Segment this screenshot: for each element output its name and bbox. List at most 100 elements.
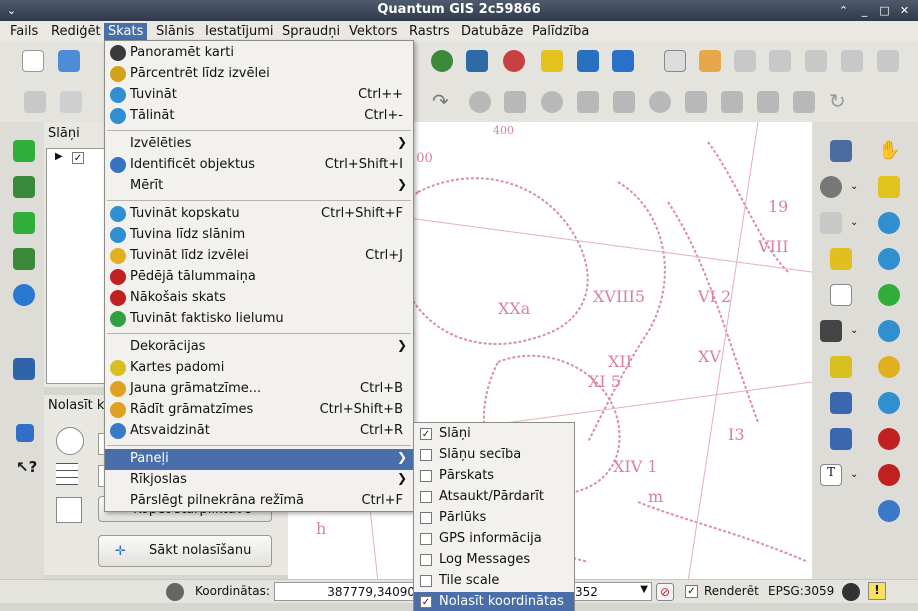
menu-vektors[interactable]: Vektors [345,23,402,41]
panel-checkbox[interactable]: ✓ [420,596,432,608]
menu-rastrs[interactable]: Rastrs [405,23,454,41]
crosshair-icon[interactable] [56,427,84,455]
offset-curve-icon[interactable] [685,91,707,113]
raster-stretch-icon[interactable] [13,176,35,198]
menu-palīdzība[interactable]: Palīdzība [528,23,593,41]
view-menu-item[interactable]: Tālināt Ctrl+- [105,106,413,127]
chevron-down-icon[interactable]: ⌄ [850,212,872,234]
fill-ring-icon[interactable] [541,91,563,113]
pan-to-selection-icon[interactable] [878,176,900,198]
text-annotation-icon[interactable]: T [820,464,842,486]
chevron-down-icon[interactable]: ⌄ [850,320,872,342]
rotate-point-symbols-icon[interactable]: ↻ [829,91,851,113]
label-tool-icon[interactable] [664,50,686,72]
raster-histogram-icon[interactable] [13,140,35,162]
panel-checkbox[interactable] [420,512,432,524]
panel-checkbox[interactable] [420,470,432,482]
show-hide-labels-icon[interactable] [769,50,791,72]
view-menu-item[interactable]: Tuvina līdz slānim [105,225,413,246]
panel-checkbox[interactable] [420,449,432,461]
add-raster-layer-icon[interactable] [466,50,488,72]
zoom-in-icon[interactable] [878,212,900,234]
add-wms-layer-icon[interactable] [577,50,599,72]
menu-datubāze[interactable]: Datubāze [457,23,527,41]
warning-icon[interactable]: ! [868,582,886,600]
view-menu-item[interactable]: Rīkjoslas ❯ [105,470,413,491]
layer-visibility-checkbox[interactable]: ✓ [72,152,84,164]
zoom-last-icon[interactable] [878,428,900,450]
add-spatialite-layer-icon[interactable] [541,50,563,72]
scale-combobox[interactable]: 352 ▼ [570,582,652,601]
epsg-label[interactable]: EPSG:3059 [768,584,834,598]
menu-skats[interactable]: Skats [104,23,148,41]
panel-toggle-item[interactable]: GPS informācija [414,529,574,550]
select-features-icon[interactable] [820,212,842,234]
panel-toggle-item[interactable]: Log Messages [414,550,574,571]
measure-line-icon[interactable] [820,320,842,342]
panel-toggle-item[interactable]: Slāņu secība [414,445,574,466]
chevron-down-icon[interactable]: ⌄ [850,176,872,198]
raster-cumulative-icon[interactable] [13,212,35,234]
panel-checkbox[interactable] [420,554,432,566]
panel-checkbox[interactable] [420,533,432,545]
window-close-icon[interactable]: ✕ [897,3,912,18]
add-ring-icon[interactable] [469,91,491,113]
panel-toggle-item[interactable]: Pārskats [414,466,574,487]
panel-toggle-item[interactable]: Tile scale [414,571,574,592]
panel-toggle-item[interactable]: Atsaukt/Pārdarīt [414,487,574,508]
whats-this-book-icon[interactable] [16,424,34,442]
zoom-to-selection-icon[interactable] [878,356,900,378]
view-menu-item[interactable]: Pārcentrēt līdz izvēlei [105,64,413,85]
move-label-icon[interactable] [805,50,827,72]
add-postgis-layer-icon[interactable] [503,50,525,72]
add-part-icon[interactable] [504,91,526,113]
new-bookmark-icon[interactable] [830,392,852,414]
stop-render-icon[interactable]: ⊘ [656,583,674,601]
view-menu-item[interactable]: Tuvināt faktisko lielumu [105,309,413,330]
toggle-editing-icon[interactable] [60,91,82,113]
deselect-icon[interactable] [830,248,852,270]
zoom-full-icon[interactable] [878,320,900,342]
view-menu-item[interactable]: Dekorācijas ❯ [105,337,413,358]
merge-features-icon[interactable] [757,91,779,113]
window-shade-icon[interactable]: ⌃ [836,3,851,18]
window-maximize-icon[interactable]: □ [877,3,892,18]
split-features-icon[interactable] [721,91,743,113]
merge-attributes-icon[interactable] [793,91,815,113]
menu-iestatījumi[interactable]: Iestatījumi [201,23,278,41]
zoom-next-icon[interactable] [878,464,900,486]
coordinate-toggle-icon[interactable] [166,583,184,601]
view-menu-item[interactable]: Pārslēgt pilnekrāna režīmā Ctrl+F [105,491,413,512]
style-tool-icon[interactable] [699,50,721,72]
zoom-to-layer-icon[interactable] [878,392,900,414]
view-menu-item[interactable]: Rādīt grāmatzīmes Ctrl+Shift+B [105,400,413,421]
delete-ring-icon[interactable] [577,91,599,113]
view-menu-item[interactable]: Panoramēt karti [105,43,413,64]
menu-spraudņi[interactable]: Spraudņi [278,23,344,41]
view-menu-item[interactable]: Tuvināt Ctrl++ [105,85,413,106]
refresh-icon[interactable] [878,500,900,522]
raster-minmax-icon[interactable] [13,248,35,270]
save-edits-icon[interactable] [24,91,46,113]
map-crs-icon[interactable] [56,497,82,523]
start-capture-button[interactable]: ✛ Sākt nolasīšanu [98,535,272,567]
view-menu-item[interactable]: Tuvināt kopskatu Ctrl+Shift+F [105,204,413,225]
show-bookmarks-icon[interactable] [830,428,852,450]
add-vector-layer-icon[interactable] [431,50,453,72]
panel-toggle-item[interactable]: ✓ Nolasīt koordinātas [414,592,574,611]
view-menu-item[interactable]: Jauna grāmatzīme... Ctrl+B [105,379,413,400]
pin-labels-icon[interactable] [734,50,756,72]
panel-toggle-item[interactable]: Pārlūks [414,508,574,529]
menu-slānis[interactable]: Slānis [152,23,198,41]
view-menu-item[interactable]: Nākošais skats [105,288,413,309]
new-shapefile-icon[interactable] [612,50,634,72]
reshape-features-icon[interactable] [649,91,671,113]
rotate-label-icon[interactable] [841,50,863,72]
new-project-icon[interactable] [22,50,44,72]
globe-icon[interactable] [13,284,35,306]
render-checkbox[interactable]: ✓ [685,585,698,598]
window-minimize-icon[interactable]: _ [857,3,872,18]
map-tips-icon[interactable] [830,356,852,378]
coordinates-field[interactable]: 387779,34090 [274,582,418,601]
database-icon[interactable] [13,358,35,380]
